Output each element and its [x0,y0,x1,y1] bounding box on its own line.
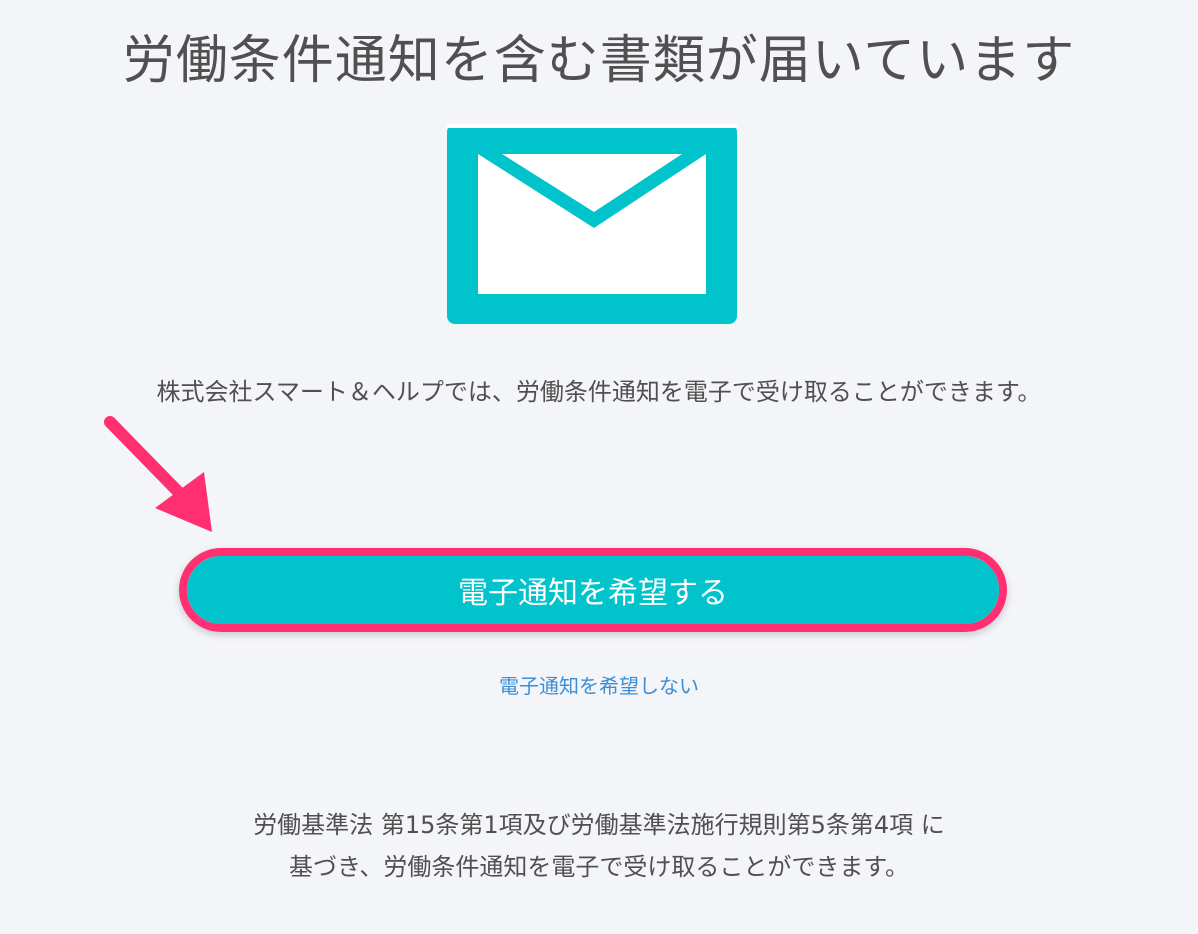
page-title: 労働条件通知を含む書類が届いています [122,31,1076,91]
envelope-icon [447,124,737,324]
legal-notice-line-2: 基づき、労働条件通知を電子で受け取ることができます。 [289,853,909,881]
pointer-arrow-icon [104,416,212,532]
legal-notice-line-1: 労働基準法 第15条第1項及び労働基準法施行規則第5条第4項 に [253,811,945,839]
intro-text: 株式会社スマート＆ヘルプでは、労働条件通知を電子で受け取ることができます。 [156,378,1042,406]
legal-notice: 労働基準法 第15条第1項及び労働基準法施行規則第5条第4項 に 基づき、労働条… [0,804,1198,888]
accept-electronic-notice-button[interactable]: 電子通知を希望する [187,556,999,624]
decline-electronic-notice-link[interactable]: 電子通知を希望しない [0,670,1198,699]
